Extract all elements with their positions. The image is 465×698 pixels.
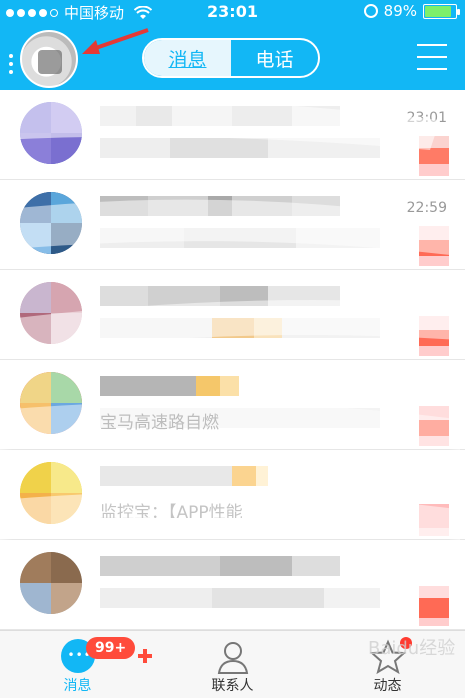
list-item[interactable] [0,540,465,630]
status-bar: 中国移动 23:01 89% [0,0,465,24]
nav-bar: 消息 电话 [0,24,465,90]
contact-name-blurred [100,106,340,126]
contact-name-blurred [100,196,340,216]
alarm-icon [363,4,378,18]
message-preview-blurred [100,588,380,608]
contact-avatar [20,282,82,344]
tabbar-label: 联系人 [211,678,254,694]
unread-count-badge: 99+ [86,637,136,659]
unread-badge-blurred [419,406,449,446]
tabbar-contacts[interactable]: 联系人 [155,631,310,698]
tabbar-label: 动态 [373,678,402,694]
battery-percent: 89% [383,2,417,20]
contact-name-blurred [100,556,340,576]
unread-badge-blurred [419,316,449,356]
message-preview-blurred [100,228,380,248]
contacts-icon [217,642,248,674]
segmented-control: 消息 电话 [142,38,320,78]
conversation-list[interactable]: 23:01 22:59 宝马高速路自燃 监控宝：【APP性能 [0,90,465,630]
contact-avatar [20,102,82,164]
list-item[interactable]: 宝马高速路自燃 [0,360,465,450]
tabbar-label: 消息 [63,678,92,694]
plus-icon [138,649,152,663]
list-item[interactable]: 监控宝：【APP性能 [0,450,465,540]
unread-badge-blurred [419,136,449,176]
contact-avatar [20,192,82,254]
avatar-face [38,50,62,74]
contact-name-blurred [100,376,340,396]
avatar[interactable] [20,30,78,88]
menu-icon[interactable] [417,44,447,70]
watermark: Baidu经验 [368,638,456,659]
contact-avatar [20,462,82,524]
unread-badge-blurred [419,226,449,266]
tab-calls[interactable]: 电话 [231,40,318,76]
unread-badge-blurred [419,496,449,536]
arrow-annotation-icon [82,28,149,54]
contact-name-blurred [100,466,340,486]
unread-badge-blurred [419,586,449,626]
message-preview-blurred [100,318,380,338]
battery-fill [425,5,451,17]
message-preview-blurred [100,138,380,158]
contact-avatar [20,552,82,614]
contact-avatar [20,372,82,434]
list-item[interactable]: 22:59 [0,180,465,270]
battery-icon [423,3,460,19]
list-item[interactable] [0,270,465,360]
message-preview: 宝马高速路自燃 [100,408,380,433]
message-time: 22:59 [406,200,447,216]
header: 中国移动 23:01 89% 消息 电话 [0,0,465,90]
message-time: 23:01 [406,110,447,126]
more-dots-icon[interactable] [9,54,13,74]
list-item[interactable]: 23:01 [0,90,465,180]
message-preview: 监控宝：【APP性能 [100,503,243,518]
status-right: 89% [363,2,460,20]
tab-messages[interactable]: 消息 [144,40,231,76]
contact-name-blurred [100,286,340,306]
